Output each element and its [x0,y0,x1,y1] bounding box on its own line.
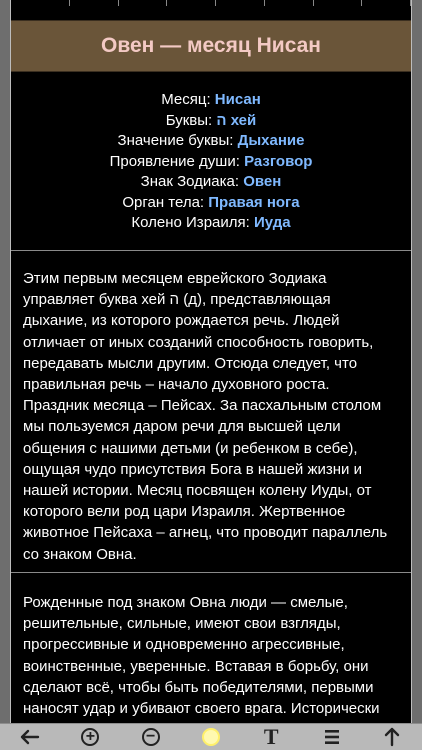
info-row-letter-meaning: Значение буквы: Дыхание [117,132,305,149]
zoom-out-icon: − [141,728,160,746]
info-row-month: Месяц: Нисан [161,91,261,108]
info-row-tribe: Колено Израиля: Иуда [131,214,291,231]
info-block: Месяц: Нисан Буквы: ה хей Значение буквы… [11,90,411,234]
font-icon: T [263,724,279,749]
bottom-toolbar: + − T [0,723,422,750]
brightness-button[interactable] [198,725,224,749]
scroll-top-button[interactable] [379,725,405,749]
info-row-zodiac: Знак Зодиака: Овен [140,173,282,190]
zoom-in-icon: + [81,728,100,746]
font-button[interactable]: T [258,724,284,749]
info-row-letters: Буквы: ה хей [165,111,257,129]
top-divider-strip [21,0,411,6]
zoom-out-button[interactable]: − [138,725,164,749]
back-arrow-icon [20,729,40,745]
paragraph-traits: Рожденные под знаком Овна люди — смелые,… [23,594,380,724]
divider [11,572,411,573]
page-title: Овен — месяц Нисан [101,34,321,57]
back-button[interactable] [17,725,43,749]
info-row-body-organ: Орган тела: Правая нога [122,193,300,211]
list-button[interactable] [319,725,345,749]
brightness-icon [201,728,220,746]
paragraph-intro: Этим первым месяцем еврейского Зодиака у… [23,270,388,563]
zoom-in-button[interactable]: + [77,725,103,749]
up-arrow-icon [384,727,400,747]
title-banner: Овен — месяц Нисан [11,20,411,72]
content-frame[interactable]: Овен — месяц Нисан Месяц: Нисан Буквы: ה… [10,0,412,724]
list-icon [324,730,339,744]
info-row-soul: Проявление души: Разговор [109,152,313,170]
divider [11,250,411,251]
